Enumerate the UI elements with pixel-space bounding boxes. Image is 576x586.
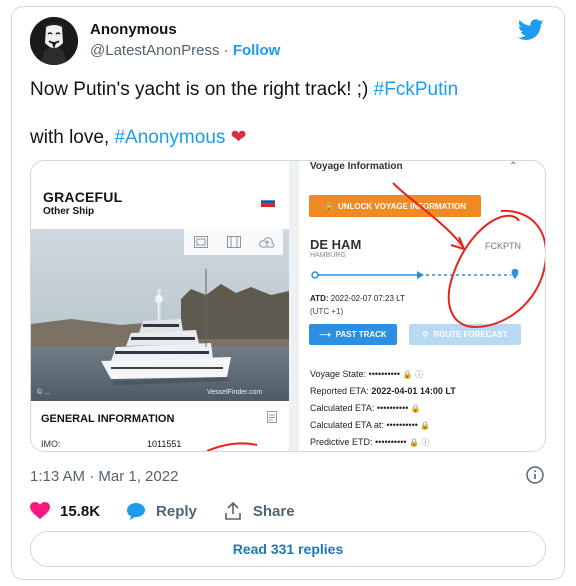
predictive-etd-hidden: ••••••••••: [375, 437, 407, 447]
twitter-bird-icon[interactable]: [517, 19, 544, 46]
voyage-information-title: Voyage Information: [310, 161, 403, 172]
photo-credit-left: © ...: [37, 389, 50, 396]
photo-toolbar: [184, 229, 283, 255]
lock-icon: 🔒: [409, 438, 420, 447]
tweet-timestamp[interactable]: 1:13 AM · Mar 1, 2022: [30, 468, 178, 485]
like-button[interactable]: 15.8K: [30, 502, 100, 520]
unlock-voyage-button: 🔒 UNLOCK VOYAGE INFORMATION: [309, 195, 481, 217]
destination-port: FCKPTN: [485, 241, 521, 251]
route-forecast-label: ROUTE FORECAST: [433, 330, 508, 339]
photo-film-icon[interactable]: [217, 229, 250, 255]
share-label: Share: [252, 502, 295, 520]
imo-label: IMO:: [41, 439, 61, 449]
tweet-text-line-1: Now Putin's yacht is on the right track!…: [30, 78, 458, 102]
predictive-etd-label: Predictive ETD:: [310, 437, 376, 447]
reported-eta-row: Reported ETA: 2022-04-01 14:00 LT: [310, 386, 456, 396]
imo-value: 1011551: [147, 439, 182, 449]
tweet-text-2: with love,: [30, 127, 115, 148]
document-icon: [267, 411, 277, 423]
reply-button[interactable]: Reply: [126, 502, 197, 520]
photo-credit-right: VesselFinder.com: [207, 389, 263, 396]
follow-button[interactable]: Follow: [233, 42, 281, 59]
likes-count: 15.8K: [60, 502, 101, 520]
past-track-label: PAST TRACK: [335, 330, 387, 339]
reply-label: Reply: [156, 502, 197, 520]
calculated-eta-at-row: Calculated ETA at: •••••••••• 🔒: [310, 420, 430, 430]
tweet-card: Anonymous @LatestAnonPress · Follow Now …: [11, 6, 565, 580]
calculated-eta-at-label: Calculated ETA at:: [310, 420, 387, 430]
voyage-information-panel: Voyage Information ⌃ 🔒 UNLOCK VOYAGE INF…: [299, 161, 545, 451]
share-icon: [225, 501, 241, 520]
route-progress-line: [311, 269, 519, 279]
vessel-card: GRACEFUL Other Ship © ... VesselFinder.c…: [31, 161, 289, 451]
calculated-eta-row: Calculated ETA: •••••••••• 🔒: [310, 403, 421, 413]
tweet-text-line-2: with love, #Anonymous ❤: [30, 126, 247, 150]
utc-offset: (UTC +1): [310, 307, 344, 316]
ship-type: Other Ship: [43, 206, 95, 217]
info-icon[interactable]: [526, 466, 544, 489]
share-button[interactable]: Share: [223, 501, 295, 521]
atd-line: ATD: 2022-02-07 07:23 LT: [310, 294, 405, 303]
track-line-icon: ⟶: [319, 330, 331, 339]
calculated-eta-label: Calculated ETA:: [310, 403, 377, 413]
unlock-voyage-label: UNLOCK VOYAGE INFORMATION: [337, 201, 466, 211]
info-icon: ⓘ: [421, 438, 430, 447]
heart-icon: [30, 502, 50, 519]
author-name[interactable]: Anonymous: [90, 21, 177, 38]
voyage-state-hidden: ••••••••••: [368, 369, 401, 379]
calculated-eta-at-hidden: ••••••••••: [386, 420, 418, 430]
tweet-text-1: Now Putin's yacht is on the right track!…: [30, 79, 374, 100]
voyage-state-label: Voyage State:: [310, 369, 369, 379]
lock-icon: 🔒: [324, 201, 334, 211]
photo-gallery-icon[interactable]: [184, 229, 217, 255]
author-handle-line: @LatestAnonPress · Follow: [90, 42, 280, 59]
tweet-media-image[interactable]: GRACEFUL Other Ship © ... VesselFinder.c…: [30, 160, 546, 452]
chevron-up-icon: ⌃: [509, 161, 518, 172]
atd-label: ATD:: [310, 294, 329, 303]
past-track-button: ⟶ PAST TRACK: [309, 324, 397, 345]
lock-icon: 🔒: [420, 421, 431, 430]
tweet-actions: 15.8K Reply Share: [30, 501, 321, 521]
atd-value: 2022-02-07 07:23 LT: [328, 294, 405, 303]
info-icon: ⓘ: [415, 370, 424, 379]
lock-icon: 🔒: [410, 404, 421, 413]
route-forecast-button: ⚲ ROUTE FORECAST: [409, 324, 521, 345]
predictive-etd-row: Predictive ETD: •••••••••• 🔒 ⓘ: [310, 437, 430, 448]
red-heart-emoji: ❤: [230, 127, 247, 148]
hashtag-anonymous[interactable]: #Anonymous: [114, 127, 225, 148]
reported-eta-label: Reported ETA:: [310, 386, 372, 396]
general-information-title: GENERAL INFORMATION: [41, 413, 175, 425]
reply-bubble-icon: [127, 503, 146, 520]
handle-separator: ·: [219, 42, 233, 59]
russian-flag-icon: [261, 197, 275, 207]
lock-icon: 🔒: [402, 370, 413, 379]
avatar[interactable]: [30, 17, 78, 65]
voyage-state-row: Voyage State: •••••••••• 🔒 ⓘ: [310, 369, 423, 380]
author-handle[interactable]: @LatestAnonPress: [90, 42, 219, 59]
hashtag-fckputin[interactable]: #FckPutin: [374, 79, 458, 100]
pin-icon: ⚲: [422, 330, 429, 339]
ship-name: GRACEFUL: [43, 189, 123, 205]
departure-port: DE HAM: [310, 237, 362, 252]
photo-upload-icon[interactable]: [250, 229, 283, 255]
departure-port-name: HAMBURG: [310, 252, 346, 259]
read-replies-button[interactable]: Read 331 replies: [30, 531, 546, 567]
calculated-eta-hidden: ••••••••••: [376, 403, 409, 413]
reported-eta-value: 2022-04-01 14:00 LT: [371, 386, 456, 396]
